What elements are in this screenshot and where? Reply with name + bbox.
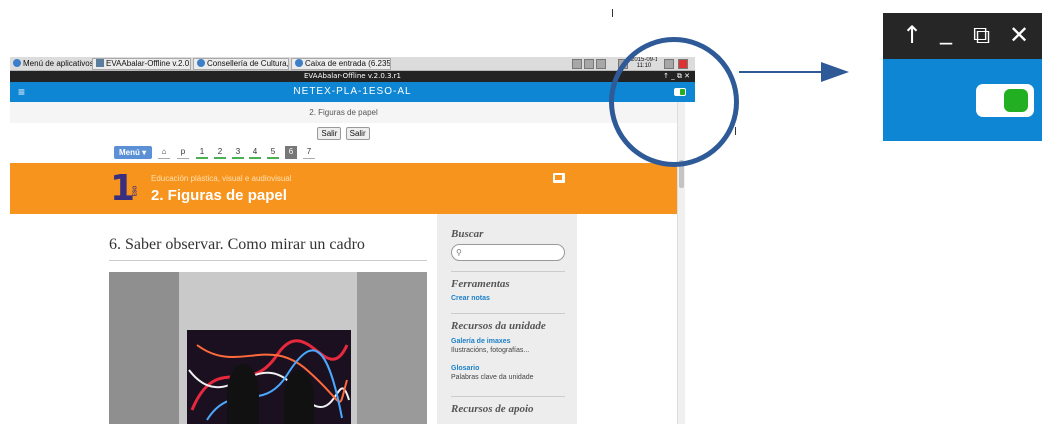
page-link-6[interactable]: 6 <box>285 146 297 159</box>
search-heading: Buscar <box>451 228 484 240</box>
exit-button[interactable]: Salir <box>317 127 342 140</box>
task-mail[interactable]: Caixa de entrada (6.235... <box>291 58 391 70</box>
task-conselleria[interactable]: Consellería de Cultura, ... <box>193 58 289 70</box>
tray-icon[interactable] <box>572 59 582 69</box>
minimize-icon[interactable]: _ <box>940 17 952 45</box>
task-evaabalar[interactable]: EVAAbalar-Offline v.2.0.... <box>92 58 191 70</box>
person-silhouette <box>284 370 314 424</box>
glossary-link[interactable]: Glosario <box>451 365 479 372</box>
callout-circle <box>609 37 739 167</box>
tray-icon[interactable] <box>584 59 594 69</box>
grade-label: ESO <box>132 185 139 197</box>
system-taskbar: Menú de aplicativos EVAAbalar-Offline v.… <box>10 57 695 71</box>
create-notes-link[interactable]: Crear notas <box>451 295 490 302</box>
unit-title: 2. Figuras de papel <box>151 187 287 204</box>
app-menu-icon <box>13 59 21 67</box>
page-link-p[interactable]: p <box>177 146 189 159</box>
gallery-photo <box>109 272 427 424</box>
support-resources-heading: Recursos de apoio <box>451 403 534 415</box>
applications-menu[interactable]: Menú de aplicativos <box>13 58 93 70</box>
page-link-7[interactable]: 7 <box>303 146 315 159</box>
content-area: 2. Figuras de papel Salir Salir Menú ▾ ⌂… <box>10 102 677 424</box>
window-titlebar: EVAAbalar-Offline v.2.0.3.r1 ↑ _ ⧉ ✕ <box>10 71 695 82</box>
search-icon: ⚲ <box>456 248 462 257</box>
zoomed-appbar <box>883 59 1042 141</box>
zoomed-online-toggle[interactable] <box>976 84 1034 117</box>
callout-arrow <box>739 71 824 73</box>
tray-icon[interactable] <box>596 59 606 69</box>
page-link-4[interactable]: 4 <box>249 146 261 159</box>
home-icon[interactable]: ⌂ <box>158 146 170 159</box>
page-link-1[interactable]: 1 <box>196 146 208 159</box>
page-link-3[interactable]: 3 <box>232 146 244 159</box>
up-arrow-icon[interactable]: ↑ <box>902 21 922 49</box>
menu-dropdown-button[interactable]: Menú ▾ <box>114 146 152 159</box>
app-header: ≡ NETEX-PLA-1ESO-AL <box>10 82 695 102</box>
window-icon <box>96 59 104 67</box>
flag-icon[interactable] <box>553 173 565 183</box>
browser-icon <box>197 59 205 67</box>
page-link-5[interactable]: 5 <box>267 146 279 159</box>
exit-buttons: Salir Salir <box>10 127 677 140</box>
sidebar: Buscar ⚲ Ferramentas Crear notas Recurso… <box>437 214 577 424</box>
unit-banner: 1 ESO Educación plástica, visual e audio… <box>10 163 677 214</box>
unit-resources-heading: Recursos da unidade <box>451 320 546 332</box>
gallery-description: Ilustracións, fotografías... <box>451 347 530 354</box>
close-icon[interactable]: ✕ <box>1009 21 1029 49</box>
person-silhouette <box>227 364 259 424</box>
tools-heading: Ferramentas <box>451 278 510 290</box>
search-box: ⚲ <box>451 244 565 263</box>
page-link-2[interactable]: 2 <box>214 146 226 159</box>
restore-icon[interactable]: ⧉ <box>973 21 990 49</box>
search-input[interactable] <box>466 248 562 263</box>
exit-button[interactable]: Salir <box>345 127 370 140</box>
callout-arrowhead <box>821 62 849 82</box>
title-divider <box>109 260 427 261</box>
subject-name: Educación plástica, visual e audiovisual <box>151 174 292 183</box>
browser-icon <box>295 59 303 67</box>
painting-image <box>187 330 351 424</box>
page-title: 6. Saber observar. Como mirar un cadro <box>109 236 365 253</box>
unit-subheading: 2. Figuras de papel <box>10 102 677 123</box>
zoomed-titlebar: ↑ _ ⧉ ✕ <box>883 13 1042 59</box>
gallery-link[interactable]: Galería de imaxes <box>451 338 511 345</box>
app-title: NETEX-PLA-1ESO-AL <box>293 86 412 97</box>
glossary-description: Palabras clave da unidade <box>451 374 534 381</box>
window-title: EVAAbalar-Offline v.2.0.3.r1 <box>303 72 402 80</box>
toggle-knob <box>1004 89 1028 112</box>
